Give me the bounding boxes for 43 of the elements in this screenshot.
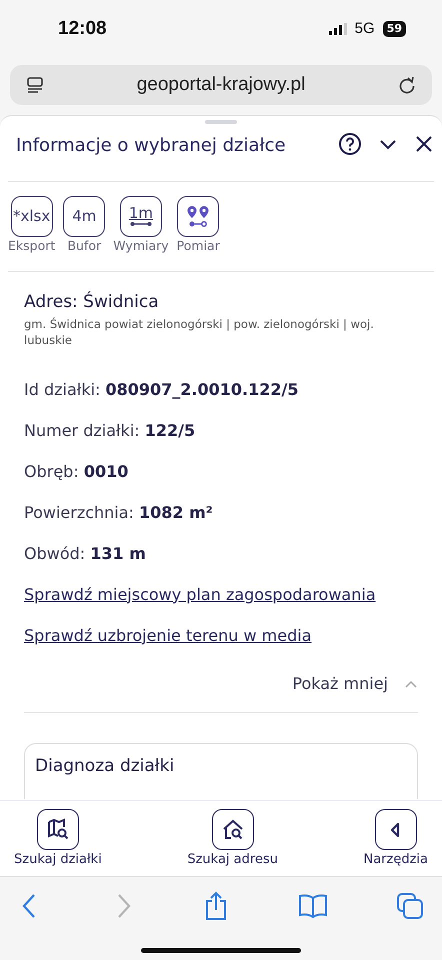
toggle-button[interactable]: Pokaż mniej [292,672,418,696]
battery-level: 59 [382,21,406,37]
reload-icon[interactable] [398,76,416,94]
tabs-icon[interactable] [396,892,424,920]
tool-label: Wymiary [113,237,169,255]
tool-label: Eksport [8,237,56,255]
field-text: Id działki: 080907_2.0010.122/5 [24,378,300,401]
tool-button[interactable]: *xlsx [10,196,53,237]
nav-label: Narzędzia [363,851,428,869]
field-text: Numer działki: 122/5 [24,420,196,442]
close-icon[interactable] [414,134,434,154]
panel-title: Informacje o wybranej działce [16,134,287,158]
tool-label: Bufor [67,237,102,255]
pins-icon [186,204,210,228]
nav-label: Szukaj adresu [187,851,278,869]
status-time: 12:08 [58,16,107,41]
nav-button[interactable] [36,809,79,850]
map-search-icon [46,818,70,842]
signal-icon [328,23,347,35]
chevron-up-icon [404,678,418,689]
field-text: Obwód: 131 m [24,542,147,565]
tool-label: Pomiar [176,237,220,255]
nav-button[interactable] [212,809,254,850]
tool-button[interactable] [177,196,220,237]
share-icon[interactable] [203,890,229,920]
field-text: Powierzchnia: 1082 m² [24,502,214,524]
nav-button[interactable] [374,809,417,850]
card-title: Diagnoza działki [35,756,174,776]
address-title: Adres: Świdnica [24,290,160,314]
plan-link[interactable]: Sprawdź miejscowy plan zagospodarowania [24,582,418,607]
network-label: 5G [354,18,375,39]
tool-button[interactable]: 4m [63,196,106,237]
drag-handle[interactable] [205,120,237,124]
address-detail: gm. Świdnica powiat zielonogórski | pow. zielonogórski | woj. lubuskie [24,316,375,348]
help-icon[interactable] [338,132,362,156]
house-search-icon [220,818,245,842]
field-text: Obręb: 0010 [24,460,130,483]
reader-icon[interactable] [26,76,44,94]
tool-button[interactable]: 1m [120,196,162,237]
plan-link[interactable]: Sprawdź uzbrojenie terenu w media [24,624,418,648]
ruler-icon [130,221,152,227]
nav-label: Szukaj działki [14,851,102,869]
book-icon[interactable] [298,892,328,918]
